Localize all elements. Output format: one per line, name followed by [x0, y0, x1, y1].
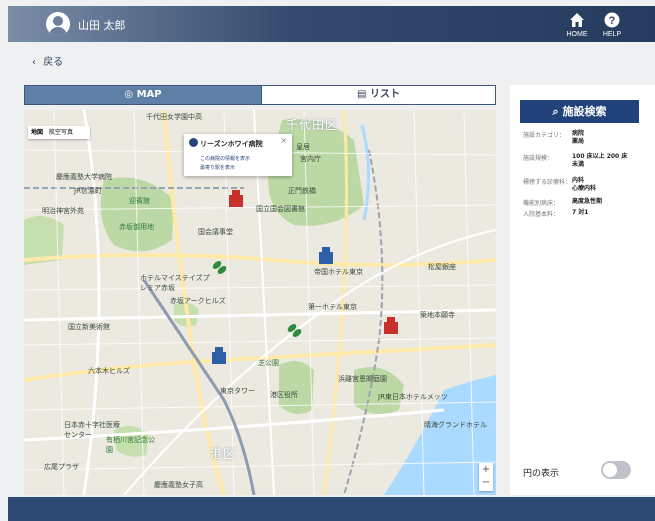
map-label: 赤坂アークヒルズ	[170, 297, 226, 305]
zoom-in-button[interactable]: +	[479, 463, 493, 476]
switch-knob	[603, 463, 617, 477]
map-label: 広尾プラザ	[44, 463, 79, 471]
chevron-left-icon: ‹	[32, 57, 36, 68]
map-label: 慶應義塾大学病院	[56, 173, 112, 181]
map-type-satellite[interactable]: 航空写真	[46, 126, 76, 139]
map-label: 港区	[210, 447, 237, 461]
filter-key: 施設カテゴリ：	[523, 132, 566, 139]
map-label: 千代田区	[286, 118, 339, 132]
footer-bar	[8, 497, 655, 521]
popup-info-link[interactable]: この病院の情報を表示	[200, 155, 250, 162]
search-button-label: 施設検索	[562, 105, 607, 118]
map-label: 築地本願寺	[420, 311, 455, 319]
tab-map[interactable]: ◎ MAP	[25, 86, 261, 104]
map-label: 第一ホテル東京	[308, 303, 357, 311]
map-label: 明治神宮外苑	[42, 207, 84, 215]
zoom-out-button[interactable]: −	[479, 476, 493, 489]
list-icon: ▤	[357, 89, 367, 100]
filter-key: 入院基本料：	[523, 211, 560, 218]
map-label: 東京タワー	[220, 387, 255, 395]
hospital-icon	[189, 138, 198, 147]
filter-key: 施設規模：	[523, 155, 554, 162]
filter-key: 機能別病床：	[523, 200, 560, 207]
map-label: JR東日本ホテルメッツ	[378, 393, 448, 401]
map-view[interactable]: 千代田女学園中高 千代田区 慶應義塾大学病院 JR信濃町 明治神宮外苑 迎賓館 …	[24, 110, 496, 495]
map-label: 国立新美術館	[68, 323, 110, 331]
info-popup: リーズンホワイ病院 × この病院の情報を表示 最寄り駅を表示	[184, 134, 292, 176]
tab-list-label: リスト	[369, 89, 400, 100]
map-label: 千代田女学園中高	[146, 113, 202, 121]
close-icon[interactable]: ×	[280, 136, 287, 145]
map-label: 六本木ヒルズ	[88, 367, 130, 375]
map-label: 迎賓館	[129, 197, 150, 205]
map-label: 正門鉄橋	[288, 187, 316, 195]
back-label: 戻る	[43, 57, 64, 68]
map-label: 浜離宮恩賜庭園	[338, 375, 387, 383]
circle-toggle-label: 円の表示	[523, 469, 560, 479]
map-label: 晴海グランドホテル	[424, 421, 487, 429]
user-name: 山田 太郎	[78, 19, 126, 32]
map-label: ホテルマイステイズプレミア赤坂	[140, 274, 210, 292]
search-icon: ⌕	[552, 105, 559, 118]
map-label: 国会議事堂	[198, 228, 233, 236]
map-label: JR信濃町	[74, 187, 102, 195]
map-label: 宮内庁	[300, 155, 321, 163]
map-pin-icon: ◎	[124, 89, 134, 100]
map-type-control[interactable]: 地図 航空写真	[28, 126, 90, 139]
home-label: HOME	[566, 31, 588, 38]
svg-text:?: ?	[609, 15, 616, 27]
search-panel: ⌕ 施設検索 施設カテゴリ： 病院 薬局 施設規模： 100 床以上 200 床…	[510, 85, 655, 495]
app-window: 山田 太郎 HOME ? HELP ‹ 戻る ◎ MAP ▤ リスト 千代田女学…	[0, 0, 655, 521]
map-label: 松屋銀座	[428, 263, 456, 271]
filter-value: 病院 薬局	[572, 130, 585, 145]
filter-value: 内科 心療内科	[572, 177, 597, 192]
map-label: 有栖川宮記念公園	[106, 436, 155, 454]
help-label: HELP	[602, 31, 622, 38]
map-type-map[interactable]: 地図	[28, 126, 46, 139]
circle-toggle-switch[interactable]	[601, 461, 631, 479]
filter-key: 標榜する診療科：	[523, 179, 572, 186]
map-label: 港区役所	[270, 391, 298, 399]
map-label: 赤坂御用地	[119, 223, 154, 231]
help-button[interactable]: ? HELP	[595, 10, 629, 40]
map-label: 皇居	[296, 143, 310, 151]
zoom-control: + −	[479, 463, 493, 491]
popup-station-link[interactable]: 最寄り駅を表示	[200, 164, 235, 171]
map-label: 国立国会図書館	[256, 205, 305, 213]
tab-map-label: MAP	[136, 89, 162, 100]
filter-value: 高度急性期	[572, 198, 603, 205]
filter-value: 7 対1	[572, 209, 589, 216]
facility-search-button[interactable]: ⌕ 施設検索	[520, 100, 639, 123]
popup-title: リーズンホワイ病院	[200, 140, 263, 148]
map-label: 慶應義塾女子高	[154, 481, 203, 489]
tab-list[interactable]: ▤ リスト	[261, 86, 495, 104]
home-icon	[570, 13, 584, 27]
help-icon: ?	[604, 12, 620, 28]
map-label: 芝公園	[258, 359, 279, 367]
view-toggle: ◎ MAP ▤ リスト	[24, 85, 496, 105]
filter-value: 100 床以上 200 床 未満	[572, 153, 628, 168]
map-label: 帝国ホテル東京	[314, 268, 363, 276]
app-header: 山田 太郎 HOME ? HELP	[8, 6, 655, 42]
home-button[interactable]: HOME	[560, 10, 594, 40]
back-link[interactable]: ‹ 戻る	[32, 53, 63, 68]
avatar[interactable]	[46, 12, 70, 36]
